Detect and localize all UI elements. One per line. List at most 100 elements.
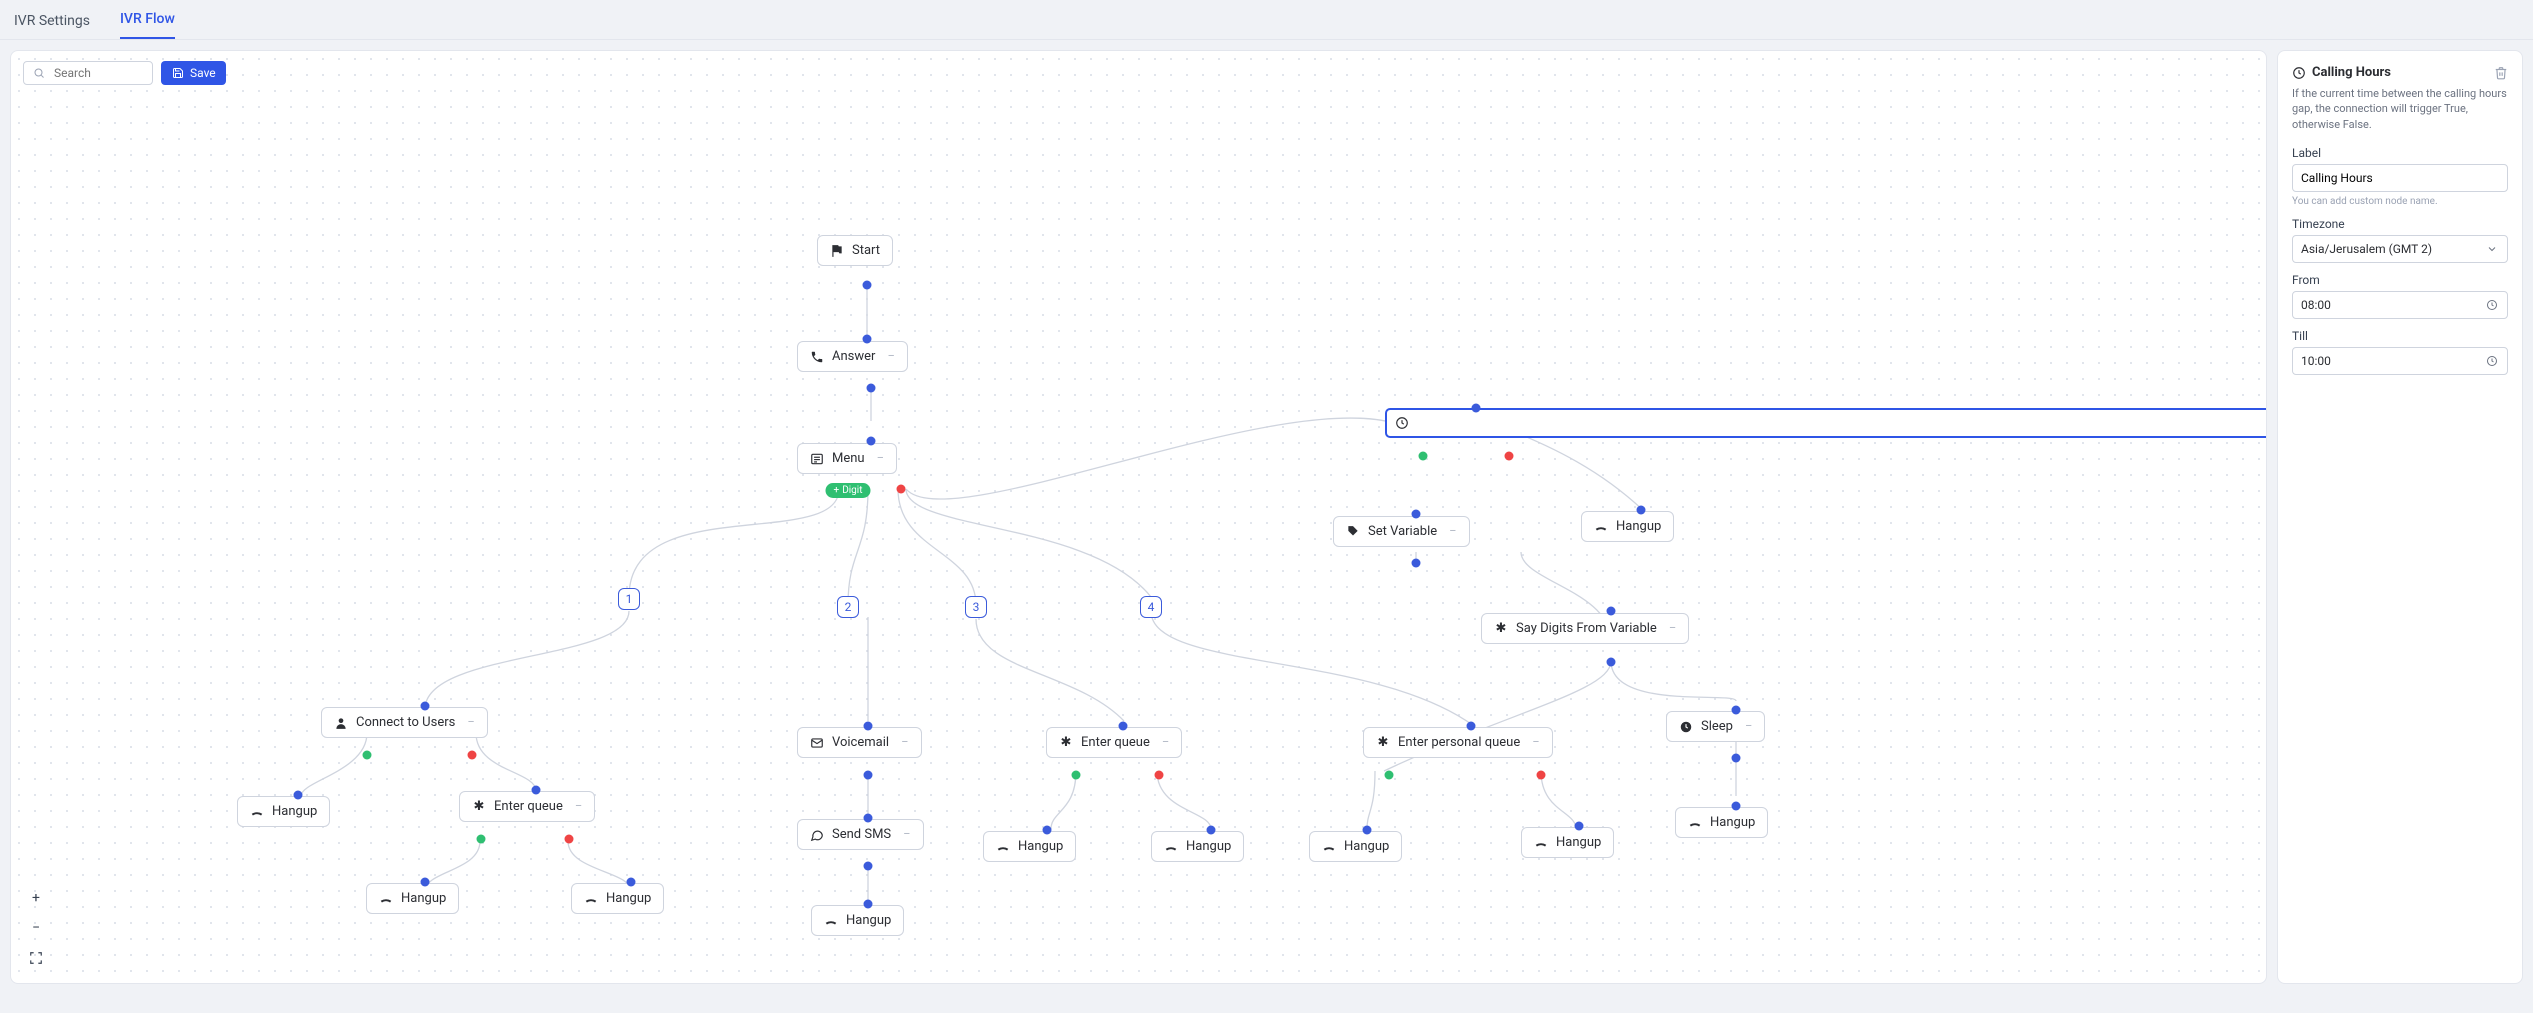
port[interactable]	[1155, 771, 1164, 780]
save-icon	[171, 66, 185, 80]
node-hangup[interactable]: Hangup	[1675, 807, 1768, 838]
port[interactable]	[1412, 510, 1421, 519]
node-connect-users[interactable]: Connect to Users −	[321, 707, 488, 738]
field-tz-heading: Timezone	[2292, 217, 2508, 231]
node-set-variable[interactable]: Set Variable −	[1333, 516, 1470, 547]
port[interactable]	[363, 751, 372, 760]
port[interactable]	[1472, 404, 1481, 413]
port[interactable]	[1537, 771, 1546, 780]
port[interactable]	[867, 384, 876, 393]
node-start[interactable]: Start	[817, 235, 893, 266]
port[interactable]	[1732, 706, 1741, 715]
port[interactable]	[1119, 722, 1128, 731]
port[interactable]	[864, 862, 873, 871]
node-hangup[interactable]: Hangup	[983, 831, 1076, 862]
node-voicemail[interactable]: Voicemail −	[797, 727, 922, 758]
node-menu[interactable]: Menu −	[797, 443, 897, 474]
port[interactable]	[863, 335, 872, 344]
zoom-fit-button[interactable]	[25, 947, 47, 969]
minus-icon[interactable]: −	[1532, 735, 1539, 750]
digit-2[interactable]: 2	[837, 596, 859, 618]
search-input[interactable]	[52, 65, 142, 81]
port[interactable]	[1575, 822, 1584, 831]
port[interactable]	[294, 791, 303, 800]
node-hangup[interactable]: Hangup	[1521, 827, 1614, 858]
port[interactable]	[864, 722, 873, 731]
node-hangup[interactable]: Hangup	[811, 905, 904, 936]
minus-icon[interactable]: −	[1745, 719, 1752, 734]
flow-canvas[interactable]: Save + −	[10, 50, 2267, 984]
port[interactable]	[1607, 607, 1616, 616]
port[interactable]	[1419, 452, 1428, 461]
minus-icon[interactable]: −	[467, 715, 474, 730]
node-sleep[interactable]: Sleep −	[1666, 711, 1765, 742]
minus-icon[interactable]: −	[575, 799, 582, 814]
port[interactable]	[627, 878, 636, 887]
port[interactable]	[1732, 802, 1741, 811]
trash-icon[interactable]	[2494, 66, 2508, 80]
node-hangup[interactable]: Hangup	[1151, 831, 1244, 862]
port[interactable]	[1072, 771, 1081, 780]
port[interactable]	[864, 771, 873, 780]
port[interactable]	[1363, 826, 1372, 835]
port[interactable]	[864, 814, 873, 823]
port[interactable]	[1637, 506, 1646, 515]
timezone-select[interactable]: Asia/Jerusalem (GMT 2)	[2292, 235, 2508, 263]
port[interactable]	[867, 437, 876, 446]
port[interactable]	[864, 900, 873, 909]
node-enter-queue[interactable]: ✱ Enter queue −	[1046, 727, 1182, 758]
minus-icon[interactable]: −	[1162, 735, 1169, 750]
port[interactable]	[897, 485, 906, 494]
digit-3[interactable]: 3	[965, 596, 987, 618]
node-label: Voicemail	[832, 735, 889, 750]
minus-icon[interactable]: −	[877, 451, 884, 466]
tab-ivr-flow[interactable]: IVR Flow	[120, 11, 175, 39]
minus-icon[interactable]: −	[887, 349, 894, 364]
port[interactable]	[532, 786, 541, 795]
node-label: Start	[852, 243, 880, 258]
port[interactable]	[477, 835, 486, 844]
node-calling-hours[interactable]: Calling Hours −	[1386, 409, 2267, 437]
port[interactable]	[1385, 771, 1394, 780]
port[interactable]	[421, 878, 430, 887]
port[interactable]	[1043, 826, 1052, 835]
search-box[interactable]	[23, 61, 153, 85]
node-enter-personal-queue[interactable]: ✱ Enter personal queue −	[1363, 727, 1553, 758]
port[interactable]	[1607, 658, 1616, 667]
minus-icon[interactable]: −	[1449, 524, 1456, 539]
from-time-input[interactable]: 08:00	[2292, 291, 2508, 319]
node-label: Hangup	[401, 891, 446, 906]
node-enter-queue[interactable]: ✱ Enter queue −	[459, 791, 595, 822]
node-hangup[interactable]: Hangup	[571, 883, 664, 914]
port[interactable]	[421, 702, 430, 711]
zoom-out-button[interactable]: −	[25, 917, 47, 939]
node-say-digits[interactable]: ✱ Say Digits From Variable −	[1481, 613, 1689, 644]
minus-icon[interactable]: −	[903, 827, 910, 842]
port[interactable]	[863, 281, 872, 290]
port[interactable]	[1732, 754, 1741, 763]
node-hangup[interactable]: Hangup	[237, 796, 330, 827]
save-button[interactable]: Save	[161, 61, 226, 85]
port[interactable]	[1467, 722, 1476, 731]
till-time-input[interactable]: 10:00	[2292, 347, 2508, 375]
minus-icon[interactable]: −	[1669, 621, 1676, 636]
port[interactable]	[1207, 826, 1216, 835]
port[interactable]	[1505, 452, 1514, 461]
node-hangup[interactable]: Hangup	[1309, 831, 1402, 862]
port[interactable]	[1412, 559, 1421, 568]
node-hangup[interactable]: Hangup	[1581, 511, 1674, 542]
zoom-in-button[interactable]: +	[25, 887, 47, 909]
node-label: Hangup	[1616, 519, 1661, 534]
minus-icon[interactable]: −	[901, 735, 908, 750]
add-digit-button[interactable]: + Digit	[826, 483, 871, 498]
digit-1[interactable]: 1	[618, 588, 640, 610]
node-answer[interactable]: Answer −	[797, 341, 908, 372]
label-input[interactable]	[2292, 164, 2508, 192]
tab-ivr-settings[interactable]: IVR Settings	[14, 13, 90, 39]
node-label: Answer	[832, 349, 875, 364]
port[interactable]	[565, 835, 574, 844]
node-send-sms[interactable]: Send SMS −	[797, 819, 924, 850]
port[interactable]	[468, 751, 477, 760]
node-hangup[interactable]: Hangup	[366, 883, 459, 914]
digit-4[interactable]: 4	[1140, 596, 1162, 618]
